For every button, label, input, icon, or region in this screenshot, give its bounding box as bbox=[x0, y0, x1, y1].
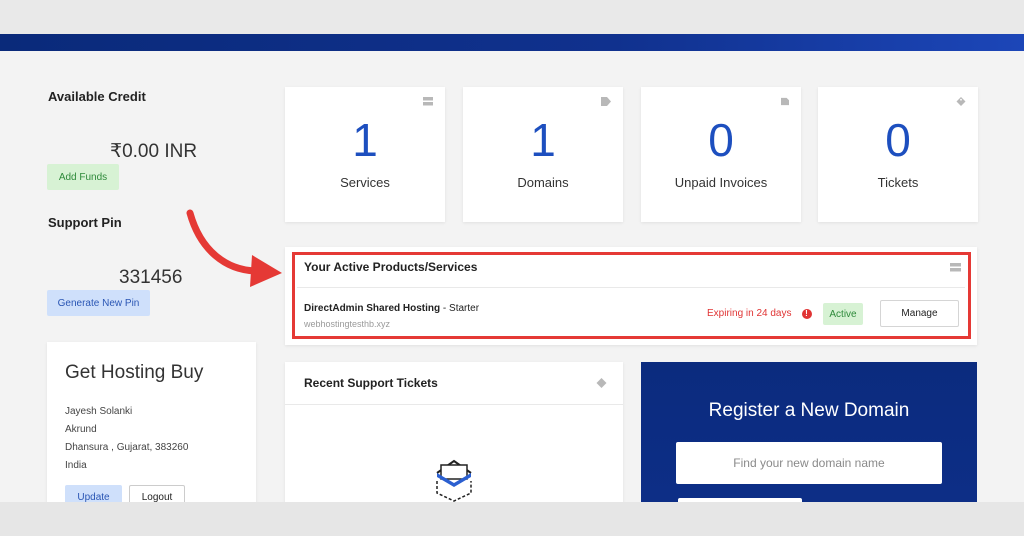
support-pin-title: Support Pin bbox=[48, 215, 122, 230]
services-count: 1 bbox=[352, 114, 378, 166]
client-country: India bbox=[65, 460, 87, 471]
update-button[interactable]: Update bbox=[65, 485, 122, 502]
tile-unpaid-invoices[interactable]: 0 Unpaid Invoices bbox=[641, 87, 801, 222]
unpaid-invoices-count: 0 bbox=[708, 114, 734, 166]
available-credit-title: Available Credit bbox=[48, 89, 146, 104]
tickets-label: Tickets bbox=[877, 175, 919, 190]
ticket-icon bbox=[596, 378, 607, 388]
services-label: Services bbox=[340, 175, 390, 190]
recent-tickets-panel: Recent Support Tickets bbox=[285, 362, 623, 502]
support-pin-value: 331456 bbox=[119, 267, 183, 288]
tile-services[interactable]: 1 Services bbox=[285, 87, 445, 222]
site-header-bar bbox=[0, 34, 1024, 51]
register-domain-panel: Register a New Domain bbox=[641, 362, 977, 502]
document-icon bbox=[781, 97, 789, 106]
client-details-card: Get Hosting Buy Jayesh Solanki Akrund Dh… bbox=[47, 342, 256, 502]
server-icon bbox=[423, 97, 433, 106]
bottom-margin bbox=[0, 502, 1024, 536]
domains-count: 1 bbox=[530, 114, 556, 166]
client-name: Jayesh Solanki bbox=[65, 406, 133, 417]
register-domain-title: Register a New Domain bbox=[708, 400, 910, 421]
highlight-box bbox=[292, 252, 971, 339]
panel-divider bbox=[285, 404, 623, 405]
tile-domains[interactable]: 1 Domains bbox=[463, 87, 623, 222]
credit-value: ₹0.00 INR bbox=[110, 141, 198, 162]
generate-pin-button[interactable]: Generate New Pin bbox=[47, 290, 150, 316]
top-margin bbox=[0, 0, 1024, 34]
pointer-arrow-icon bbox=[186, 209, 282, 287]
client-dashboard: Available Credit ₹0.00 INR Add Funds Sup… bbox=[0, 51, 1024, 502]
client-address: Dhansura , Gujarat, 383260 bbox=[65, 442, 189, 453]
domains-label: Domains bbox=[517, 175, 569, 190]
logout-button[interactable]: Logout bbox=[129, 485, 185, 502]
tile-tickets[interactable]: 0 Tickets bbox=[818, 87, 978, 222]
client-company: Akrund bbox=[65, 424, 97, 435]
tag-icon bbox=[601, 97, 611, 106]
domain-search-input[interactable] bbox=[676, 442, 942, 484]
tickets-count: 0 bbox=[885, 114, 911, 166]
add-funds-button[interactable]: Add Funds bbox=[47, 164, 119, 190]
recent-tickets-title: Recent Support Tickets bbox=[304, 376, 438, 390]
unpaid-invoices-label: Unpaid Invoices bbox=[674, 175, 768, 190]
empty-inbox-icon bbox=[436, 459, 472, 502]
client-card-title: Get Hosting Buy bbox=[65, 362, 204, 383]
ticket-icon bbox=[956, 97, 966, 106]
